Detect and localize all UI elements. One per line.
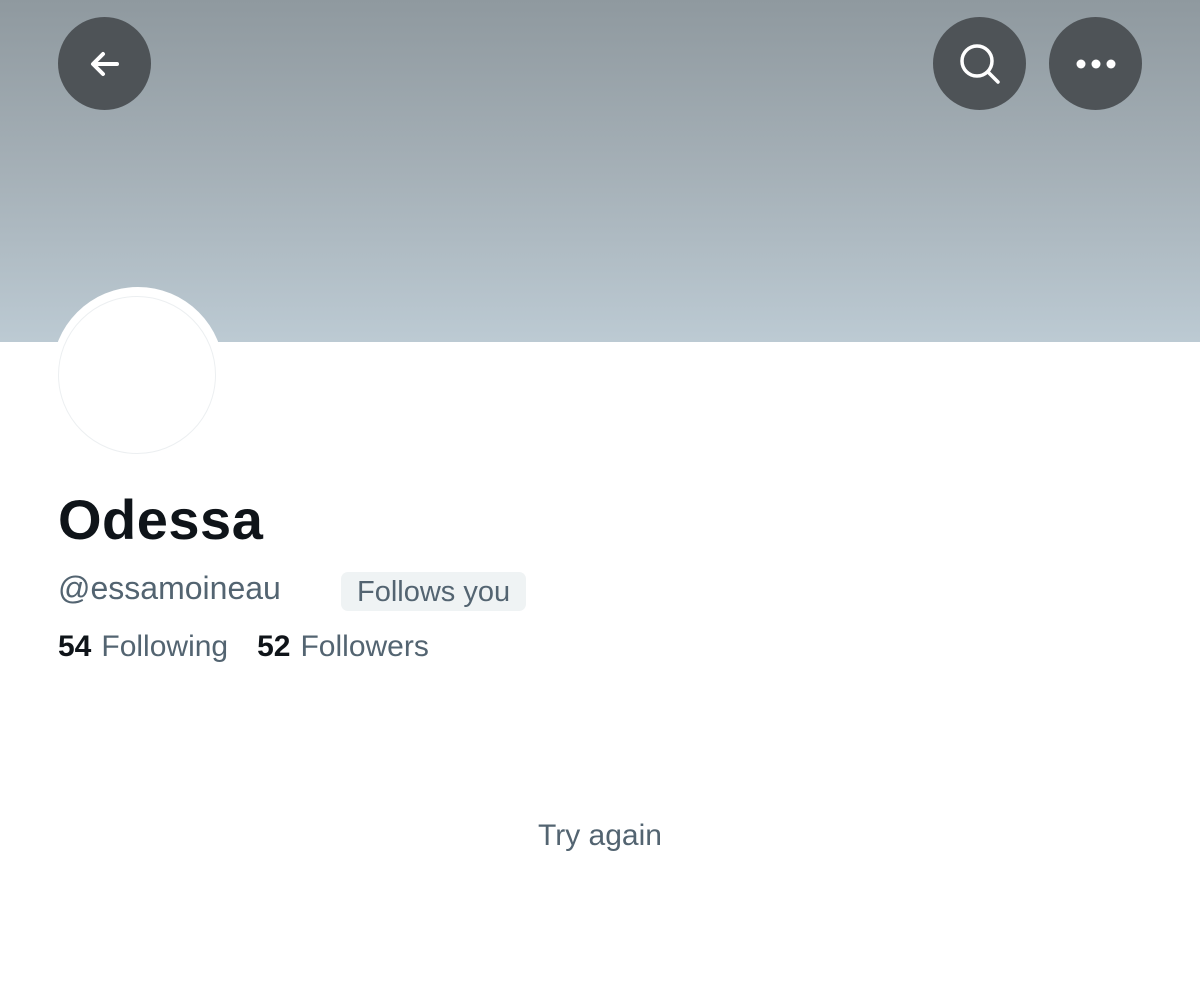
following-label: Following	[101, 630, 229, 663]
display-name: Odessa	[58, 488, 264, 551]
followers-link[interactable]: 52 Followers	[257, 627, 429, 667]
user-handle: @essamoineau	[58, 570, 281, 606]
search-button[interactable]	[933, 17, 1026, 110]
try-again-button[interactable]: Try again	[538, 819, 662, 852]
following-count: 54	[58, 630, 92, 663]
following-link[interactable]: 54 Following	[58, 627, 228, 667]
follows-you-badge: Follows you	[341, 572, 527, 611]
followers-label: Followers	[300, 630, 429, 663]
try-again-container: Try again	[0, 816, 1200, 856]
avatar[interactable]	[58, 296, 216, 454]
more-horizontal-icon	[1074, 58, 1118, 70]
followers-count: 52	[257, 630, 291, 663]
search-icon	[956, 40, 1004, 88]
arrow-left-icon	[84, 43, 126, 85]
profile-page: Odessa @essamoineau Follows you 54 Follo…	[0, 0, 1200, 991]
more-options-button[interactable]	[1049, 17, 1142, 110]
follow-stats: 54 Following 52 Followers	[58, 627, 429, 667]
back-button[interactable]	[58, 17, 151, 110]
